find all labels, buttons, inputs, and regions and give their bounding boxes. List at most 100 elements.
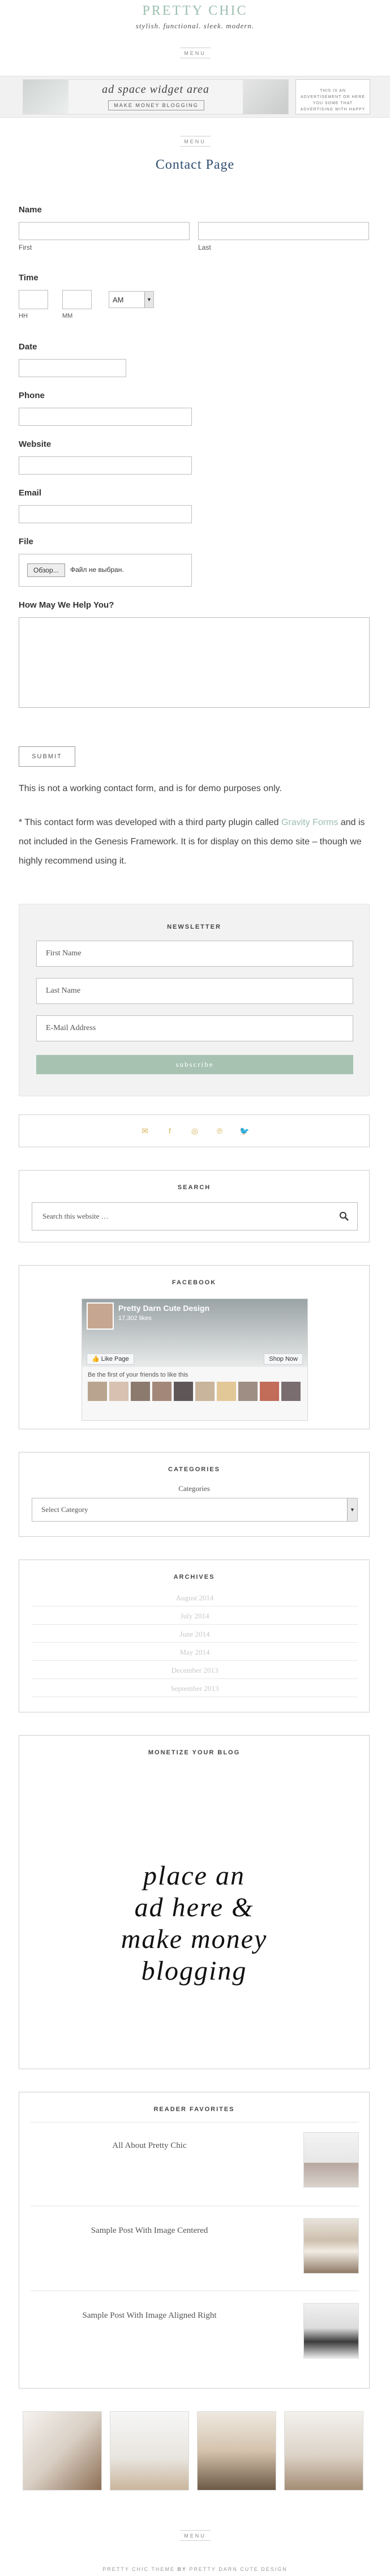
newsletter-widget: NEWSLETTER First Name Last Name E-Mail A… [19,904,370,1096]
ampm-select[interactable]: AM ▼ [109,291,154,308]
facebook-icon[interactable]: f [163,1120,177,1142]
last-name-input[interactable] [198,222,369,240]
archive-link[interactable]: September 2013 [32,1680,358,1697]
browse-button[interactable]: Обзор... [27,563,65,577]
gravity-forms-link[interactable]: Gravity Forms [281,818,338,827]
footer-menu-toggle[interactable]: MENU [0,2533,390,2539]
site-title[interactable]: PRETTY CHIC [0,3,390,19]
facebook-avatar [87,1302,114,1330]
email-input[interactable] [19,505,192,523]
social-widget: ✉ f ◎ ℗ 🐦 [19,1114,370,1147]
archive-link[interactable]: May 2014 [32,1644,358,1661]
first-name-input[interactable] [19,222,190,240]
site-description: stylish. functional. sleek. modern. [135,22,255,30]
favorite-post-image[interactable] [303,2303,359,2359]
twitter-icon[interactable]: 🐦 [238,1120,251,1142]
gallery-thumbnail[interactable] [110,2411,189,2490]
footer-menu-divider-bottom [180,2540,211,2541]
phone-label: Phone [19,391,45,400]
plugin-note-pre: * This contact form was developed with a… [19,818,281,827]
facebook-page-plugin[interactable]: Pretty Darn Cute Design 17,302 likes 👍 L… [82,1298,308,1421]
message-textarea[interactable] [19,617,370,708]
archive-link[interactable]: December 2013 [32,1662,358,1679]
search-title: SEARCH [177,1184,211,1191]
favorite-post-image[interactable] [303,2132,359,2188]
monetize-line1: place an [143,1861,245,1891]
first-sublabel: First [19,243,32,251]
banner-right-image [243,80,288,114]
facebook-shop-button[interactable]: Shop Now [264,1353,303,1365]
monetize-ad-image[interactable]: place an ad here & make money blogging [19,1860,369,1987]
monetize-line3: make money [121,1924,268,1954]
gallery-thumbnail[interactable] [23,2411,102,2490]
email-icon[interactable]: ✉ [138,1120,152,1142]
file-upload-field[interactable]: Обзор... Файл не выбран. [19,554,192,587]
website-label: Website [19,439,52,449]
header-ad-banner[interactable]: ad space widget area MAKE MONEY BLOGGING [23,79,289,114]
monetize-title: MONETIZE YOUR BLOG [148,1749,241,1756]
newsletter-last-name-input[interactable]: Last Name [36,978,353,1004]
categories-widget: CATEGORIES Categories Select Category ▼ [19,1452,370,1537]
secondary-menu-toggle[interactable]: MENU [0,139,390,144]
favorite-post-title[interactable]: All About Pretty Chic [31,2141,268,2151]
date-input[interactable] [19,359,126,377]
footer-credit-link[interactable]: PRETTY DARN CUTE DESIGN [187,2566,288,2572]
monetize-widget: MONETIZE YOUR BLOG place an ad here & ma… [19,1735,370,2069]
hour-input[interactable] [19,290,48,309]
favorite-post-image[interactable] [303,2218,359,2274]
time-label: Time [19,273,38,283]
gallery-thumbnail[interactable] [284,2411,363,2490]
search-widget: SEARCH Search this website … [19,1170,370,1242]
category-select[interactable]: Select Category ▼ [32,1498,358,1522]
footer-credit-by: BY [177,2566,187,2572]
footer-credits: PRETTY CHIC THEME BY PRETTY DARN CUTE DE… [0,2566,390,2572]
chevron-down-icon[interactable]: ▼ [144,292,153,307]
newsletter-title: NEWSLETTER [167,924,221,930]
hh-sublabel: HH [19,313,28,319]
phone-input[interactable] [19,408,192,426]
minute-input[interactable] [62,290,92,309]
page-title: Contact Page [155,157,235,172]
search-input[interactable]: Search this website … [32,1202,358,1231]
archives-widget: ARCHIVES August 2014 July 2014 June 2014… [19,1560,370,1712]
primary-menu-toggle[interactable]: MENU [0,50,390,56]
message-label: How May We Help You? [19,600,114,610]
archive-link[interactable]: June 2014 [32,1626,358,1643]
archive-link[interactable]: July 2014 [32,1608,358,1625]
monetize-line4: blogging [141,1956,247,1986]
favorites-title: READER FAVORITES [153,2106,235,2113]
categories-sublabel: Categories [178,1484,210,1493]
favorite-post-title[interactable]: Sample Post With Image Centered [31,2226,268,2236]
demo-note: This is not a working contact form, and … [19,784,282,793]
email-label: Email [19,488,42,498]
side-ad-box[interactable]: THIS IS AN ADVERTISEMENT OR HERE YOU SOM… [295,79,370,114]
categories-title: CATEGORIES [168,1466,220,1473]
facebook-like-button[interactable]: 👍 Like Page [87,1353,134,1365]
newsletter-first-name-input[interactable]: First Name [36,941,353,967]
search-placeholder: Search this website … [42,1212,109,1220]
chevron-down-icon[interactable]: ▼ [347,1498,357,1521]
subscribe-button[interactable]: subscribe [36,1055,353,1074]
banner-tag: MAKE MONEY BLOGGING [108,100,204,110]
newsletter-email-input[interactable]: E-Mail Address [36,1015,353,1041]
archive-link[interactable]: August 2014 [32,1590,358,1607]
submit-button[interactable]: SUBMIT [19,746,75,767]
category-select-value: Select Category [41,1505,88,1514]
search-icon[interactable] [339,1211,349,1221]
facebook-title: FACEBOOK [172,1279,217,1286]
gallery-thumbnail[interactable] [197,2411,276,2490]
facebook-friends-text: Be the first of your friends to like thi… [88,1372,188,1378]
pinterest-icon[interactable]: ℗ [213,1120,226,1142]
ampm-value: AM [113,296,124,304]
name-label: Name [19,205,42,215]
facebook-page-name[interactable]: Pretty Darn Cute Design [118,1304,209,1313]
secondary-menu-divider-bottom [180,146,211,147]
favorite-post-title[interactable]: Sample Post With Image Aligned Right [31,2311,268,2321]
website-input[interactable] [19,456,192,475]
facebook-likes-count: 17,302 likes [118,1315,152,1322]
plugin-note: * This contact form was developed with a… [19,813,370,871]
facebook-widget: FACEBOOK Pretty Darn Cute Design 17,302 … [19,1265,370,1429]
date-label: Date [19,342,37,352]
like-button-label: Like Page [101,1356,129,1362]
instagram-icon[interactable]: ◎ [188,1120,202,1142]
